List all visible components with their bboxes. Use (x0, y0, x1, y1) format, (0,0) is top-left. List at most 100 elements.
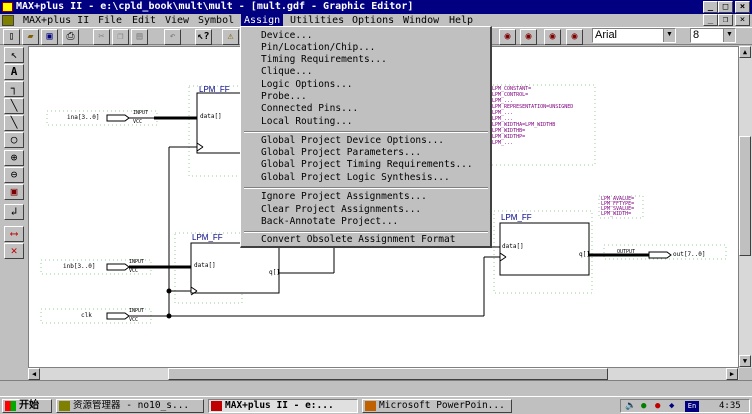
vertical-scrollbar[interactable]: ▲ ▼ (739, 46, 752, 368)
scroll-left-icon[interactable]: ◀ (28, 368, 40, 380)
doc-restore-button[interactable]: ❐ (718, 14, 733, 26)
font-select[interactable]: Arial ▼ (592, 28, 676, 43)
orthogonal-line-tool-icon[interactable]: ┐ (4, 81, 24, 97)
line-tool-icon[interactable]: ╲ (4, 115, 24, 131)
menu-item-ignore-assignments[interactable]: Ignore Project Assignments... (261, 191, 427, 203)
horizontal-scrollbar[interactable]: ◀ ▶ (28, 368, 739, 380)
connect-icon[interactable]: ⟷ (4, 226, 24, 242)
fit-window-icon[interactable]: ▣ (4, 184, 24, 200)
menu-edit[interactable]: Edit (129, 14, 159, 27)
task-label: Microsoft PowerPoin... (379, 400, 505, 411)
menu-item-clique[interactable]: Clique... (261, 66, 312, 78)
menu-maxplus[interactable]: MAX+plus II (20, 14, 92, 27)
menu-item-pin-location-chip[interactable]: Pin/Location/Chip... (261, 42, 375, 54)
menu-item-global-timing-requirements[interactable]: Global Project Timing Requirements... (261, 159, 473, 171)
scroll-up-icon[interactable]: ▲ (739, 46, 751, 58)
menu-item-back-annotate[interactable]: Back-Annotate Project... (261, 216, 398, 228)
zoom-in-icon[interactable]: ⊕ (4, 150, 24, 166)
undo-icon[interactable]: ↶ (164, 29, 181, 45)
menu-item-local-routing[interactable]: Local Routing... (261, 116, 353, 128)
tool-palette: ↖ A ┐ ╲ ╲ ○ ⊕ ⊖ ▣ ↲ ⟷ ✕ (3, 47, 25, 259)
start-button[interactable]: 开始 (2, 399, 52, 413)
taskbar-item-powerpoint[interactable]: Microsoft PowerPoin... (362, 399, 512, 413)
doc-minimize-button[interactable]: _ (703, 14, 718, 26)
help-pointer-icon[interactable]: ↖? (195, 29, 212, 45)
input-language-icon[interactable]: En (685, 401, 699, 412)
warning-icon[interactable]: ⚠ (222, 29, 239, 45)
zoom-out-icon[interactable]: ⊖ (4, 167, 24, 183)
simulator-icon[interactable]: ◉ (520, 29, 537, 45)
pin-type-label: INPUT (129, 259, 145, 265)
text-tool-icon[interactable]: A (4, 64, 24, 80)
programmer-icon[interactable]: ◉ (566, 29, 583, 45)
menu-view[interactable]: View (162, 14, 192, 27)
menu-item-global-device-options[interactable]: Global Project Device Options... (261, 135, 444, 147)
menu-item-connected-pins[interactable]: Connected Pins... (261, 103, 358, 115)
print-icon[interactable]: ⎙ (62, 29, 79, 45)
new-icon[interactable]: ▯ (3, 29, 20, 45)
input-pin-label: ina[3..0] (67, 114, 100, 121)
menu-symbol[interactable]: Symbol (195, 14, 237, 27)
menu-item-clear-assignments[interactable]: Clear Project Assignments... (261, 204, 421, 216)
menu-item-convert-obsolete[interactable]: Convert Obsolete Assignment Format (261, 234, 455, 246)
menu-item-device[interactable]: Device... (261, 30, 312, 42)
minimize-button[interactable]: _ (703, 1, 718, 13)
scroll-down-icon[interactable]: ▼ (739, 355, 751, 367)
menu-item-logic-options[interactable]: Logic Options... (261, 79, 353, 91)
scroll-thumb[interactable] (168, 368, 608, 380)
disconnect-icon[interactable]: ✕ (4, 243, 24, 259)
output-pin-label: out[7..0] (673, 251, 706, 258)
app-tray-icon[interactable]: ◆ (669, 400, 674, 412)
pin-type-label: VCC (129, 268, 139, 274)
title-bar: MAX+plus II - e:\cpld_book\mult\mult - [… (0, 0, 752, 14)
menu-item-global-parameters[interactable]: Global Project Parameters... (261, 147, 421, 159)
ime-icon[interactable]: ● (655, 400, 660, 412)
pin-type-label: INPUT (133, 110, 149, 116)
save-icon[interactable]: ▣ (41, 29, 58, 45)
compiler-icon[interactable]: ◉ (499, 29, 516, 45)
copy-icon[interactable]: ❐ (112, 29, 129, 45)
app-icon[interactable] (2, 2, 13, 12)
input-pin-label: inb[3..0] (63, 263, 96, 270)
ff-q-pin: q[] (579, 251, 590, 258)
task-label: MAX+plus II - e:... (225, 400, 334, 411)
windows-logo-icon (5, 401, 16, 411)
parameter-block: LPM_AVALUE= LPM_FFTYPE= LPM_SVALUE= LPM_… (601, 197, 645, 217)
ff-title: LPM_FF (501, 213, 532, 222)
pin-type-label: VCC (133, 119, 143, 125)
taskbar-item-maxplus[interactable]: MAX+plus II - e:... (208, 399, 358, 413)
menu-separator (244, 131, 488, 133)
taskbar-item-explorer[interactable]: 资源管理器 - no10_s... (56, 399, 204, 413)
diagonal-line-tool-icon[interactable]: ╲ (4, 98, 24, 114)
cut-icon[interactable]: ✂ (93, 29, 110, 45)
speaker-icon[interactable]: 🔈 (625, 400, 636, 412)
selection-tool-icon[interactable]: ↖ (4, 47, 24, 63)
pin-type-label: INPUT (129, 308, 145, 314)
maximize-button[interactable]: □ (718, 1, 733, 13)
pin-type-label: VCC (129, 317, 139, 323)
ff-data-pin: data[] (194, 262, 216, 269)
scroll-thumb[interactable] (739, 136, 751, 256)
assign-menu: Device... Pin/Location/Chip... Timing Re… (240, 26, 492, 248)
doc-icon[interactable] (2, 15, 14, 26)
ff-title: LPM_FF (199, 85, 230, 94)
menu-item-probe[interactable]: Probe... (261, 91, 307, 103)
chevron-down-icon[interactable]: ▼ (723, 29, 735, 42)
chevron-down-icon[interactable]: ▼ (663, 29, 675, 42)
network-icon[interactable]: ● (641, 400, 646, 412)
menu-separator (244, 231, 488, 233)
paste-icon[interactable]: ▤ (131, 29, 148, 45)
rubberband-icon[interactable]: ↲ (4, 204, 24, 220)
status-strip (0, 380, 752, 396)
font-size-select[interactable]: 8 ▼ (690, 28, 736, 43)
open-icon[interactable]: ▰ (22, 29, 39, 45)
menu-item-global-logic-synthesis[interactable]: Global Project Logic Synthesis... (261, 172, 450, 184)
circle-tool-icon[interactable]: ○ (4, 132, 24, 148)
clock: 4:35 (719, 401, 741, 411)
doc-close-button[interactable]: × (735, 14, 750, 26)
timing-analyzer-icon[interactable]: ◉ (544, 29, 561, 45)
menu-item-timing-requirements[interactable]: Timing Requirements... (261, 54, 387, 66)
scroll-right-icon[interactable]: ▶ (726, 368, 738, 380)
menu-file[interactable]: File (95, 14, 125, 27)
close-button[interactable]: × (735, 1, 750, 13)
